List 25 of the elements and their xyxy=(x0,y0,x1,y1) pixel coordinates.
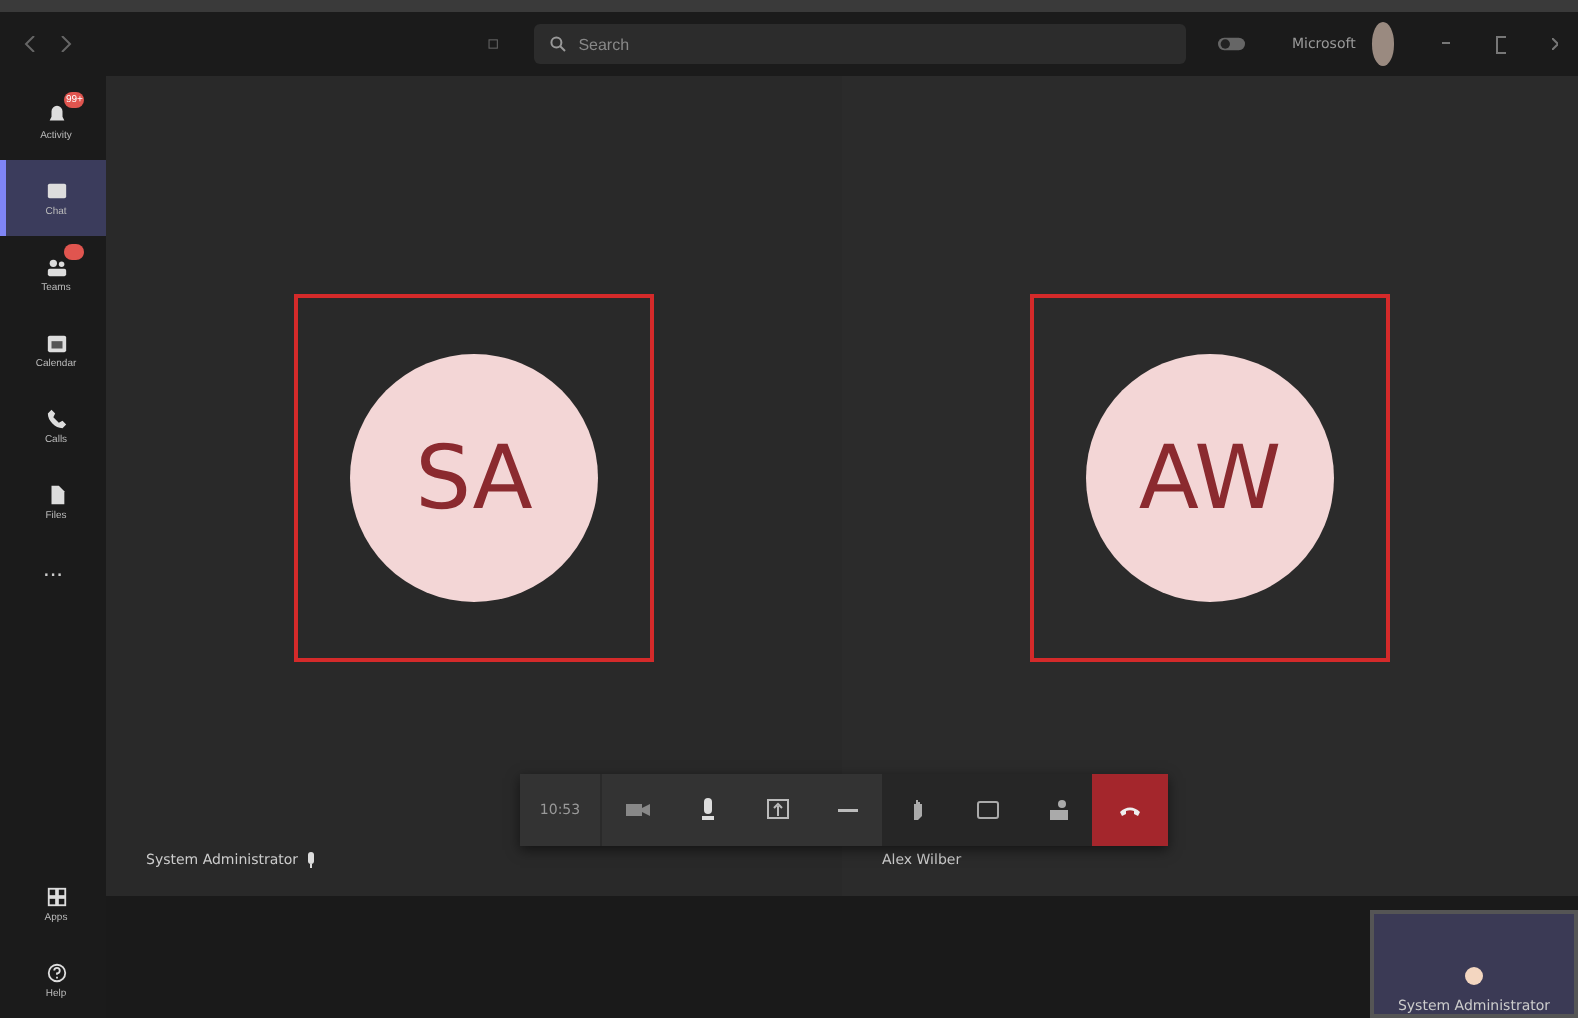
maximize-icon[interactable] xyxy=(1496,35,1506,53)
back-button[interactable] xyxy=(20,36,40,52)
bell-icon xyxy=(45,103,67,125)
calendar-icon xyxy=(45,331,67,353)
search-icon xyxy=(550,36,567,52)
chat-icon xyxy=(975,798,999,822)
compose-icon[interactable] xyxy=(488,34,499,54)
close-icon[interactable] xyxy=(1551,38,1558,50)
camera-icon xyxy=(625,798,649,822)
apps-icon xyxy=(45,885,67,907)
chat-icon xyxy=(45,179,67,201)
share-screen-icon xyxy=(765,798,789,822)
minimize-icon[interactable] xyxy=(1441,42,1451,46)
people-icon xyxy=(45,255,67,277)
search-field[interactable]: Search xyxy=(534,24,1187,64)
person-icon xyxy=(1464,966,1484,986)
people-icon xyxy=(1045,798,1069,822)
initials-avatar: SA xyxy=(350,354,598,602)
initials-avatar: AW xyxy=(1086,354,1334,602)
more-button[interactable]: ... xyxy=(30,552,75,584)
toggle-switch[interactable] xyxy=(1218,32,1246,56)
phone-icon xyxy=(45,407,67,429)
help-icon xyxy=(45,961,67,983)
profile-avatar[interactable] xyxy=(1371,22,1395,66)
forward-button[interactable] xyxy=(56,36,76,52)
